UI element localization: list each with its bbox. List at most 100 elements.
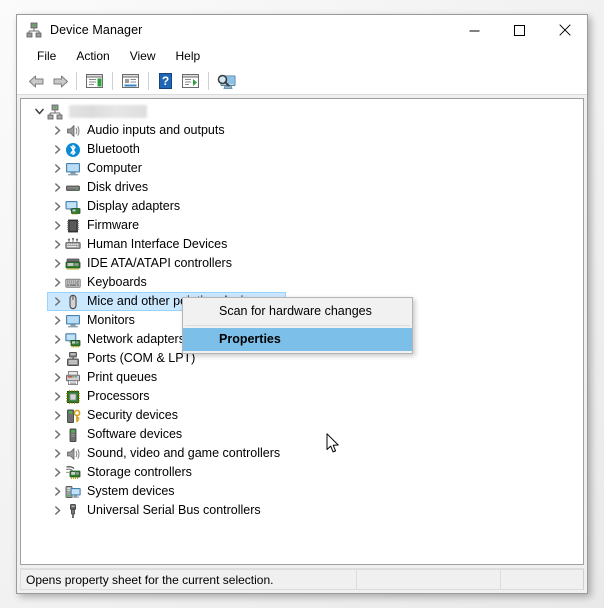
chevron-right-icon[interactable]	[49, 311, 65, 330]
chevron-right-icon[interactable]	[49, 254, 65, 273]
tree-item-label: Software devices	[87, 427, 183, 441]
status-bar: Opens property sheet for the current sel…	[20, 568, 584, 590]
bluetooth-icon	[65, 142, 81, 158]
window-title: Device Manager	[50, 23, 143, 37]
tree-item-audio-inputs-and-outputs[interactable]: Audio inputs and outputs	[21, 121, 583, 140]
menu-action[interactable]: Action	[66, 46, 119, 67]
tree-item-storage-controllers[interactable]: Storage controllers	[21, 463, 583, 482]
chevron-right-icon[interactable]	[49, 330, 65, 349]
display-adapter-icon	[65, 199, 81, 215]
hid-icon	[65, 237, 81, 253]
tree-item-sound-video-and-game-controllers[interactable]: Sound, video and game controllers	[21, 444, 583, 463]
keyboard-icon	[65, 275, 81, 291]
tree-item-computer[interactable]: Computer	[21, 159, 583, 178]
tree-item-universal-serial-bus-controllers[interactable]: Universal Serial Bus controllers	[21, 501, 583, 520]
chevron-right-icon[interactable]	[49, 140, 65, 159]
monitor-icon	[65, 313, 81, 329]
storage-controller-icon	[65, 465, 81, 481]
root-computer-name-redacted	[69, 102, 153, 121]
tree-item-human-interface-devices[interactable]: Human Interface Devices	[21, 235, 583, 254]
tree-item-label: Sound, video and game controllers	[87, 446, 281, 460]
chevron-right-icon[interactable]	[49, 292, 65, 311]
tree-item-label: Computer	[87, 161, 142, 175]
tree-item-security-devices[interactable]: Security devices	[21, 406, 583, 425]
tree-item-label: Monitors	[87, 313, 135, 327]
menu-view[interactable]: View	[120, 46, 166, 67]
close-button[interactable]	[542, 15, 587, 45]
tree-item-print-queues[interactable]: Print queues	[21, 368, 583, 387]
tree-item-label: Processors	[87, 389, 150, 403]
properties-icon[interactable]	[117, 70, 144, 93]
context-menu-separator	[185, 325, 410, 326]
tree-item-label: Print queues	[87, 370, 158, 384]
chevron-down-icon[interactable]	[31, 102, 47, 121]
toolbar-separator	[148, 72, 149, 90]
chevron-right-icon[interactable]	[49, 273, 65, 292]
chevron-right-icon[interactable]	[49, 425, 65, 444]
chevron-right-icon[interactable]	[49, 463, 65, 482]
mouse-icon	[65, 294, 81, 310]
printer-icon	[65, 370, 81, 386]
back-arrow-icon[interactable]	[24, 70, 48, 93]
tree-item-label: Firmware	[87, 218, 140, 232]
maximize-button[interactable]	[497, 15, 542, 45]
window-controls	[452, 15, 587, 45]
status-panel-3	[500, 569, 584, 590]
tree-root-computer[interactable]	[21, 102, 583, 121]
speaker-icon	[65, 123, 81, 139]
menu-bar: File Action View Help	[17, 45, 587, 68]
chevron-right-icon[interactable]	[49, 178, 65, 197]
tree-item-label: IDE ATA/ATAPI controllers	[87, 256, 232, 270]
tree-item-disk-drives[interactable]: Disk drives	[21, 178, 583, 197]
chevron-right-icon[interactable]	[49, 444, 65, 463]
chevron-right-icon[interactable]	[49, 197, 65, 216]
scan-for-hardware-changes-icon[interactable]	[213, 70, 240, 93]
tree-item-label: System devices	[87, 484, 175, 498]
update-driver-icon[interactable]	[177, 70, 204, 93]
context-menu-item-properties[interactable]: Properties	[183, 328, 412, 351]
device-manager-icon	[26, 22, 42, 38]
device-tree-panel[interactable]: Audio inputs and outputs Bluetooth Compute…	[20, 98, 584, 565]
tree-item-display-adapters[interactable]: Display adapters	[21, 197, 583, 216]
tree-item-label: Network adapters	[87, 332, 185, 346]
chevron-right-icon[interactable]	[49, 406, 65, 425]
toolbar-separator	[208, 72, 209, 90]
toolbar-separator	[76, 72, 77, 90]
show-hide-console-tree-icon[interactable]	[81, 70, 108, 93]
tree-item-ide-ata-atapi-controllers[interactable]: IDE ATA/ATAPI controllers	[21, 254, 583, 273]
software-device-icon	[65, 427, 81, 443]
tree-item-label: Bluetooth	[87, 142, 140, 156]
chevron-right-icon[interactable]	[49, 121, 65, 140]
help-icon[interactable]: ?	[153, 70, 177, 93]
device-manager-window: Device Manager File Action View Help ? A…	[16, 14, 588, 594]
context-menu-item-scan-for-hardware-changes[interactable]: Scan for hardware changes	[183, 300, 412, 323]
tree-item-software-devices[interactable]: Software devices	[21, 425, 583, 444]
tree-item-label: Disk drives	[87, 180, 149, 194]
minimize-button[interactable]	[452, 15, 497, 45]
chevron-right-icon[interactable]	[49, 368, 65, 387]
chevron-right-icon[interactable]	[49, 159, 65, 178]
port-icon	[65, 351, 81, 367]
tree-item-label: Human Interface Devices	[87, 237, 228, 251]
chevron-right-icon[interactable]	[49, 482, 65, 501]
chevron-right-icon[interactable]	[49, 387, 65, 406]
speaker-icon	[65, 446, 81, 462]
menu-file[interactable]: File	[27, 46, 66, 67]
disk-drive-icon	[65, 180, 81, 196]
tree-item-bluetooth[interactable]: Bluetooth	[21, 140, 583, 159]
tree-item-label: Display adapters	[87, 199, 181, 213]
chevron-right-icon[interactable]	[49, 216, 65, 235]
menu-help[interactable]: Help	[166, 46, 211, 67]
tree-item-label: Universal Serial Bus controllers	[87, 503, 261, 517]
chevron-right-icon[interactable]	[49, 235, 65, 254]
tree-item-firmware[interactable]: Firmware	[21, 216, 583, 235]
chevron-right-icon[interactable]	[49, 349, 65, 368]
context-menu[interactable]: Scan for hardware changes Properties	[182, 297, 413, 354]
chevron-right-icon[interactable]	[49, 501, 65, 520]
title-bar: Device Manager	[17, 15, 587, 45]
forward-arrow-icon[interactable]	[48, 70, 72, 93]
tree-item-processors[interactable]: Processors	[21, 387, 583, 406]
toolbar: ?	[17, 68, 587, 95]
tree-item-system-devices[interactable]: System devices	[21, 482, 583, 501]
tree-item-keyboards[interactable]: Keyboards	[21, 273, 583, 292]
